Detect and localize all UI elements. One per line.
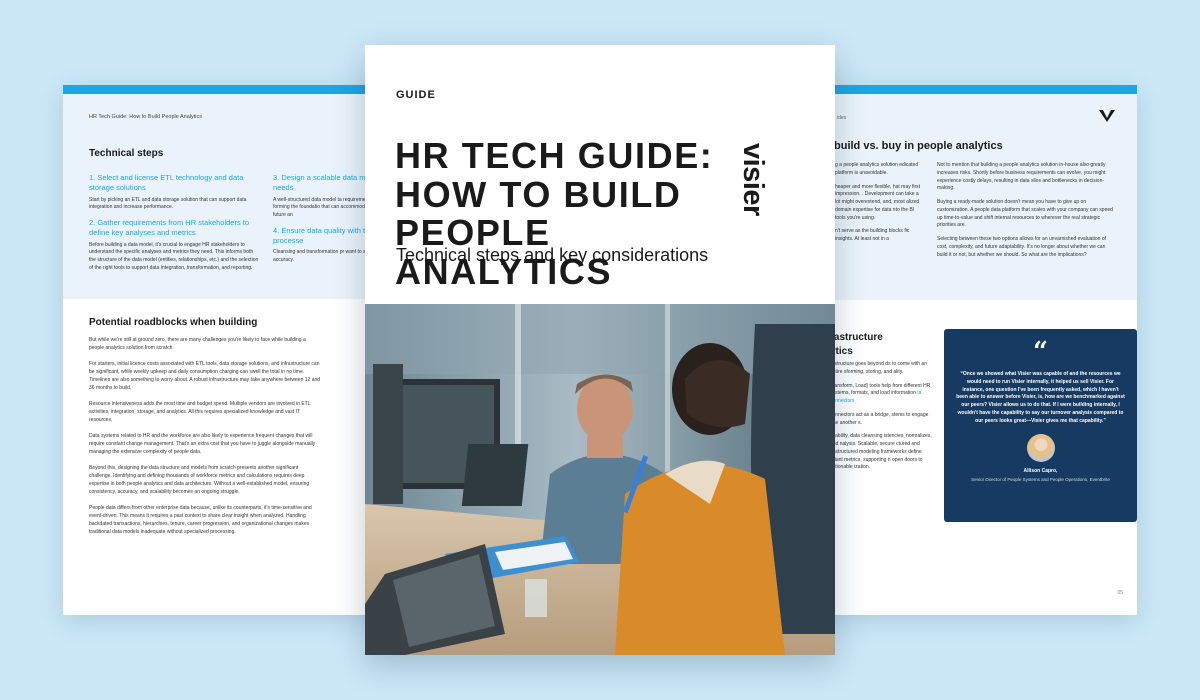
testimonial-role: Senior Director of People Systems and Pe… bbox=[971, 477, 1110, 483]
text-column-c: rastructure goes beyond ds to come with … bbox=[830, 361, 934, 478]
steps-column-left: 1. Select and license ETL technology and… bbox=[89, 167, 259, 273]
paragraph: connectors act as a bridge, stems to eng… bbox=[830, 411, 929, 426]
visier-mark-icon bbox=[1099, 110, 1115, 122]
guide-cover: GUIDE visier HR TECH GUIDE: HOW TO BUILD… bbox=[365, 45, 835, 655]
testimonial-text: “Once we showed what Visier was capable … bbox=[956, 371, 1125, 424]
paragraph: Not to mention that building a people an… bbox=[937, 162, 1106, 192]
title-line: HOW TO BUILD bbox=[395, 173, 682, 215]
step-heading: 1. Select and license ETL technology and… bbox=[89, 173, 244, 192]
paragraph: Transform, Load) tools help from differe… bbox=[830, 383, 934, 406]
title-line: HR TECH GUIDE: bbox=[395, 135, 714, 176]
text-column-a: g a people analytics solution edicated p… bbox=[835, 162, 921, 250]
paragraph: heaper and more flexible, hat may first … bbox=[835, 183, 921, 221]
step-body: Before building a data model, it's cruci… bbox=[89, 241, 259, 271]
office-photo bbox=[365, 304, 835, 655]
running-head: ides bbox=[837, 115, 847, 121]
step-heading: 2. Gather requirements from HR stakehold… bbox=[89, 218, 250, 237]
paragraph: rastructure goes beyond ds to come with … bbox=[830, 361, 927, 375]
page-number: 05 bbox=[1117, 590, 1123, 596]
avatar bbox=[1026, 434, 1055, 463]
step-body: Start by picking an ETL and data storage… bbox=[89, 196, 247, 211]
roadblocks-paragraph: Resource intensiveness adds the most tim… bbox=[89, 401, 311, 423]
paragraph: eliability, data cleansing istencies, no… bbox=[830, 433, 932, 471]
text-column-b: Not to mention that building a people an… bbox=[937, 162, 1115, 265]
paragraph-text: Transform, Load) tools help from differe… bbox=[830, 382, 931, 397]
infrastructure-title: rastructure ytics bbox=[830, 331, 883, 359]
title-line: ytics bbox=[830, 346, 853, 357]
cover-title: HR TECH GUIDE: HOW TO BUILD PEOPLE ANALY… bbox=[395, 135, 755, 291]
roadblocks-paragraph: Beyond this, designing the data structur… bbox=[89, 465, 310, 495]
roadblocks-paragraph: For starters, initial licence costs asso… bbox=[89, 361, 321, 391]
quote-mark-icon: “ bbox=[1033, 337, 1048, 367]
guide-label: GUIDE bbox=[396, 89, 436, 101]
paragraph: n't serve as the building blocks fic ins… bbox=[835, 228, 910, 242]
roadblocks-paragraph: But while we're still at ground zero, th… bbox=[89, 337, 306, 351]
roadblocks-paragraph: Data systems related to HR and the workf… bbox=[89, 433, 316, 455]
roadblocks-paragraph: People data differs from other enterpris… bbox=[89, 505, 312, 535]
testimonial-author: Allison Capro, bbox=[1023, 468, 1058, 475]
paragraph: g a people analytics solution edicated p… bbox=[835, 162, 919, 176]
title-line: rastructure bbox=[830, 332, 883, 343]
paragraph: Selecting between these two options allo… bbox=[937, 236, 1106, 258]
paragraph: Buying a ready-made solution doesn't mea… bbox=[937, 199, 1113, 229]
cover-subtitle: Technical steps and key considerations bbox=[396, 245, 709, 265]
testimonial-card: “ “Once we showed what Visier was capabl… bbox=[944, 329, 1137, 522]
build-vs-buy-title: build vs. buy in people analytics bbox=[834, 140, 1003, 152]
